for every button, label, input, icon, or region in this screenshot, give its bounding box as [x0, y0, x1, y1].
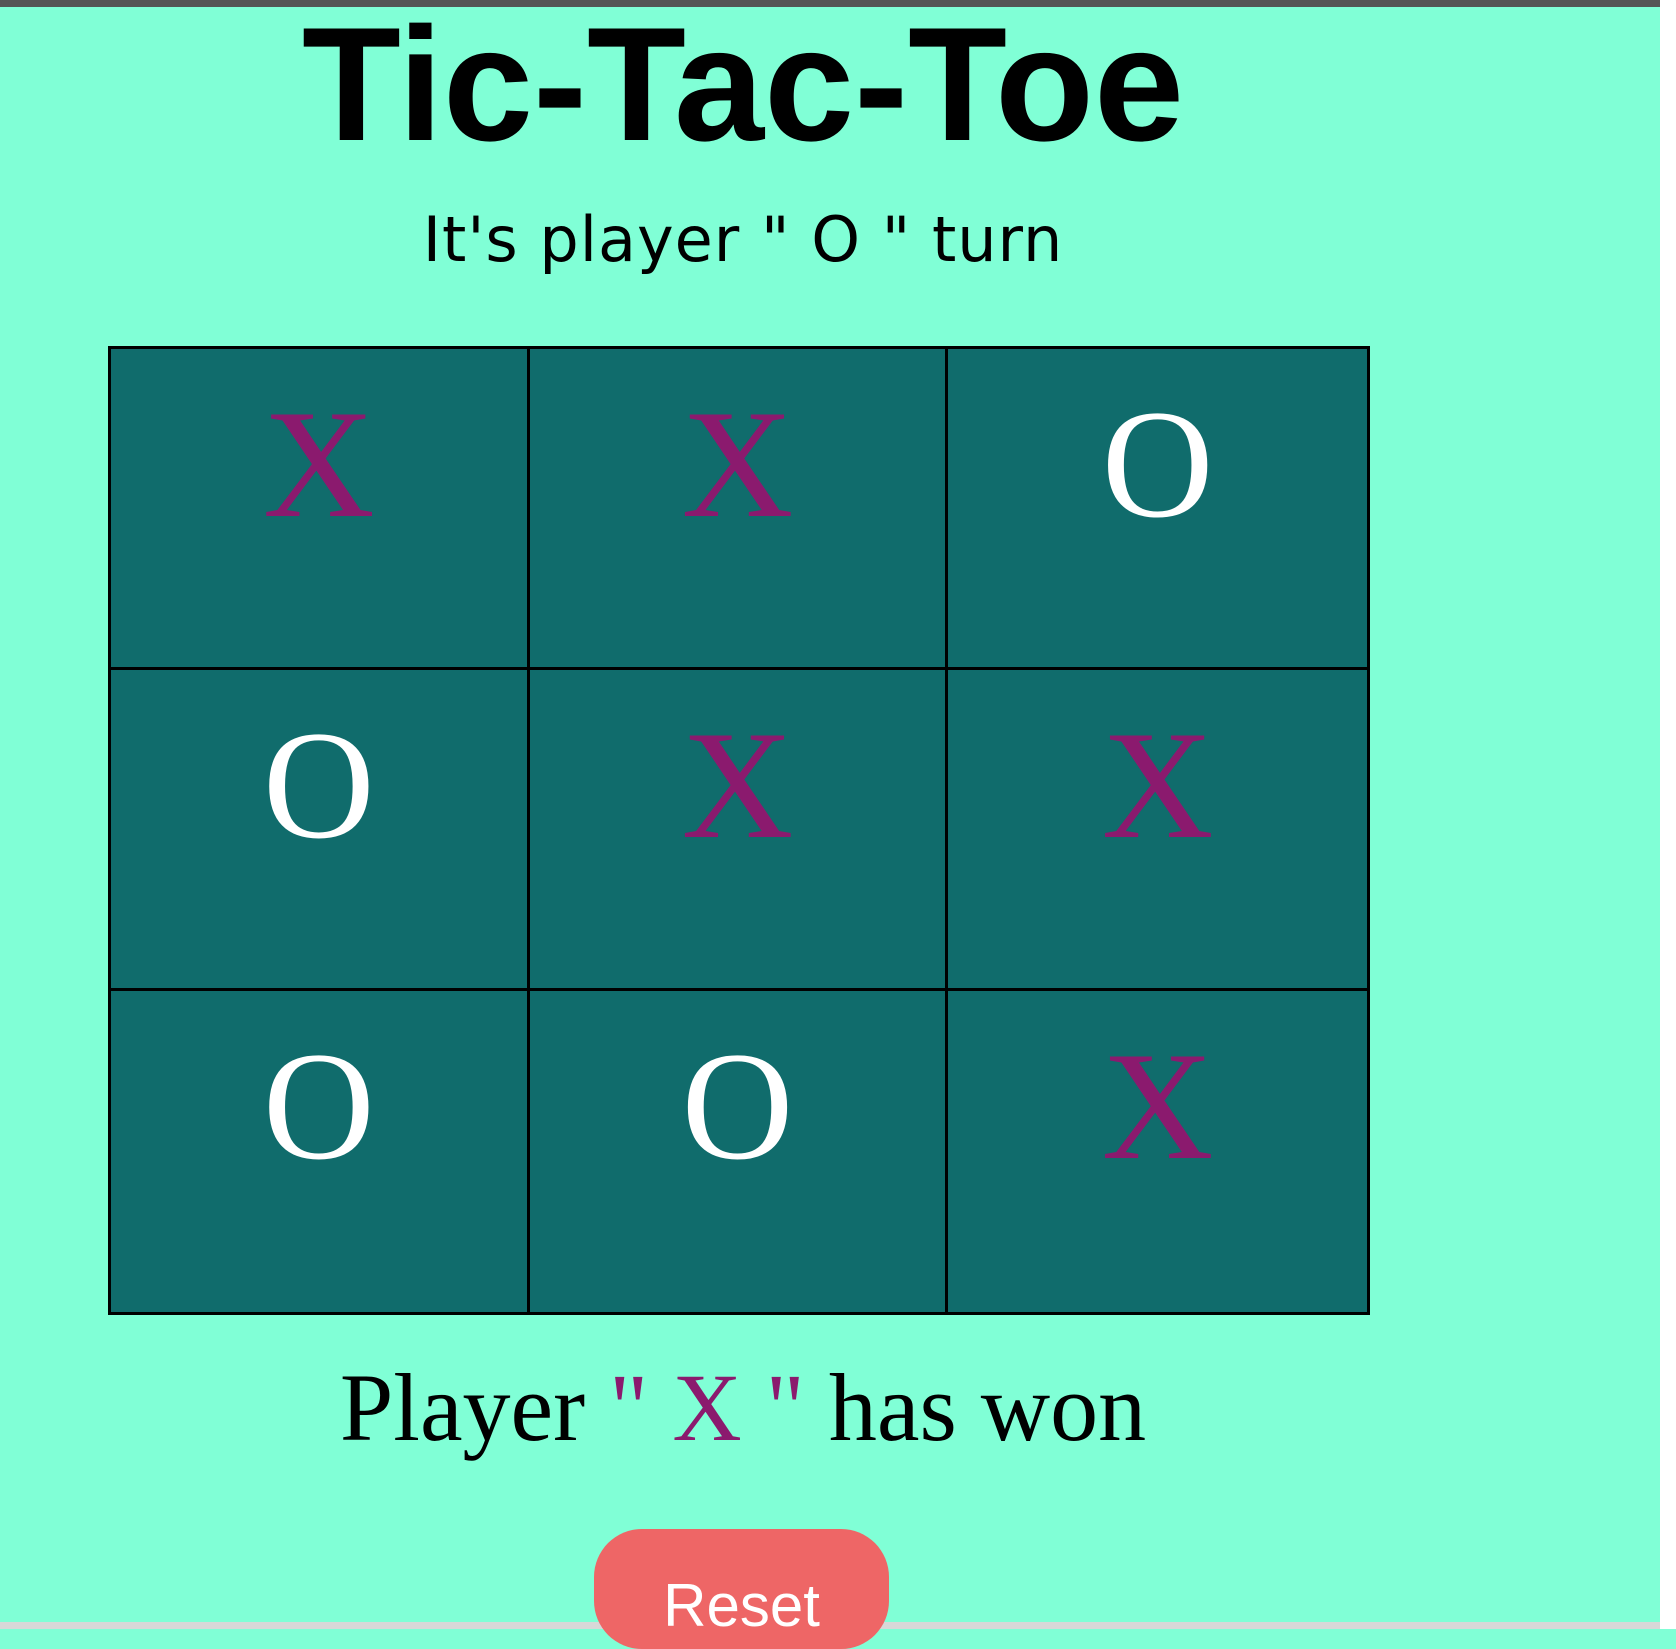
- game-board: X X O O X X O O X: [108, 346, 1370, 1315]
- board-cell-3-1[interactable]: O: [111, 991, 530, 1312]
- result-message: Player " X " has won: [0, 1355, 1486, 1461]
- board-cell-1-1[interactable]: X: [111, 349, 530, 670]
- reset-button[interactable]: Reset: [594, 1529, 889, 1649]
- board-cell-3-2[interactable]: O: [529, 991, 949, 1312]
- window-right-edge: [1660, 0, 1676, 1629]
- result-prefix: Player: [339, 1354, 610, 1461]
- turn-indicator: It's player " O " turn: [422, 203, 1064, 276]
- board-cell-2-1[interactable]: O: [111, 670, 530, 991]
- result-winner-open-quote: ": [609, 1354, 673, 1461]
- result-suffix: has won: [804, 1354, 1147, 1461]
- board-cell-2-2[interactable]: X: [529, 670, 949, 991]
- board-cell-3-3[interactable]: X: [948, 991, 1367, 1312]
- result-winner-close-quote: ": [741, 1354, 805, 1461]
- board-cell-2-3[interactable]: X: [948, 670, 1367, 991]
- page-title: Tic-Tac-Toe: [301, 0, 1185, 175]
- result-winner: X: [672, 1354, 742, 1461]
- board-cell-1-3[interactable]: O: [948, 349, 1367, 670]
- board-cell-1-2[interactable]: X: [529, 349, 949, 670]
